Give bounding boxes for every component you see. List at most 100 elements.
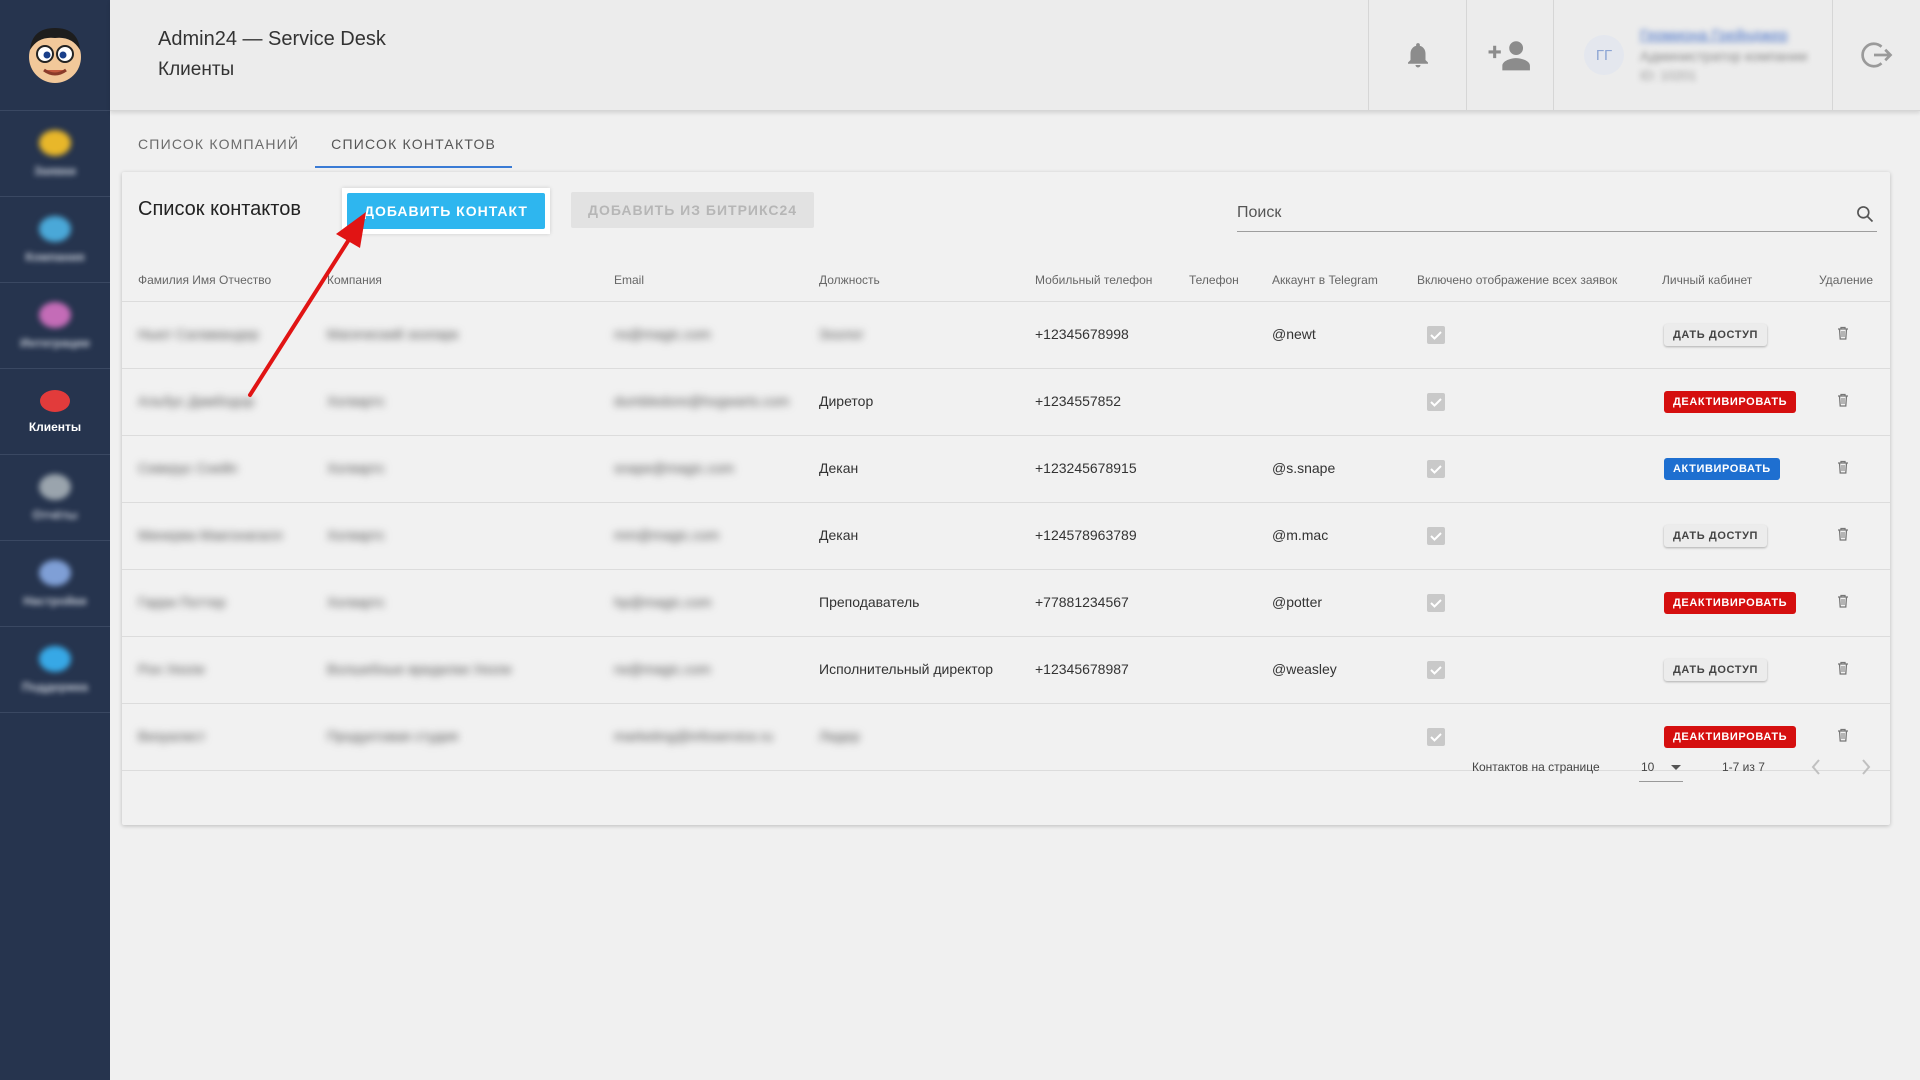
table-row: Ньют Саламандер Магический зоопарк ns@magi… [122, 302, 1890, 369]
add-user-button[interactable] [1466, 0, 1553, 110]
column-header: Включено отображение всех заявок [1417, 273, 1618, 287]
card-title: Список контактов [138, 198, 301, 220]
user-role: Администратор компании [1640, 48, 1808, 64]
bell-icon [1407, 43, 1428, 68]
avatar-logo-icon [29, 28, 81, 83]
cell-company: Магический зоопарк [327, 326, 459, 342]
check-icon [1430, 331, 1442, 340]
check-icon [1430, 465, 1442, 474]
cell-company: Хогвартс [327, 393, 385, 409]
table-row: Минерва Макгонагалл Хогвартс mm@magic.com Д… [122, 503, 1890, 570]
show-all-checkbox[interactable] [1427, 460, 1445, 478]
check-icon [1430, 398, 1442, 407]
trash-icon [1838, 661, 1848, 675]
contacts-table: Фамилия Имя Отчество Компания Email Должнос… [122, 256, 1890, 771]
add-from-bitrix-button[interactable]: ДОБАВИТЬ ИЗ БИТРИКС24 [571, 192, 815, 228]
sidebar: Заявки Компания Интеграции Клиенты Отчёты Нас… [0, 0, 110, 1080]
cell-email: ns@magic.com [614, 326, 711, 342]
cell-telegram: @potter [1272, 594, 1323, 610]
sidebar-item-icon [39, 301, 71, 328]
logout-icon [1860, 42, 1892, 68]
top-header: Admin24 — Service Desk Клиенты ГГ Гермио… [110, 0, 1920, 111]
cell-email: snape@magic.com [614, 460, 735, 476]
cell-position: Зоолог [819, 326, 864, 342]
search-icon[interactable] [1855, 204, 1875, 224]
trash-icon [1838, 326, 1848, 340]
cell-email: dumbledore@hogwarts.com [614, 393, 790, 409]
cell-mobile: +12345678998 [1035, 326, 1129, 342]
delete-button[interactable] [1837, 460, 1849, 479]
user-info: Гермиона Грейнджер Администратор компани… [1640, 27, 1807, 83]
sidebar-item[interactable]: Компания [0, 197, 110, 283]
search-input[interactable] [1237, 196, 1837, 230]
sidebar-item[interactable]: Клиенты [0, 369, 110, 455]
sidebar-item[interactable]: Заявки [0, 111, 110, 197]
user-profile[interactable]: ГГ Гермиона Грейнджер Администратор комп… [1553, 0, 1832, 110]
cell-mobile: +124578963789 [1035, 527, 1137, 543]
cell-company: Хогвартс [327, 594, 385, 610]
column-header: Фамилия Имя Отчество [138, 273, 272, 287]
delete-button[interactable] [1837, 661, 1849, 680]
sidebar-item-icon [39, 473, 71, 500]
tab-contacts[interactable]: СПИСОК КОНТАКТОВ [315, 124, 513, 168]
page-range: 1-7 из 7 [1722, 760, 1765, 774]
cabinet-button[interactable]: ДЕАКТИВИРОВАТЬ [1664, 391, 1797, 413]
cell-telegram: @weasley [1272, 661, 1337, 677]
add-person-icon [1488, 41, 1530, 71]
trash-icon [1838, 393, 1848, 407]
cabinet-button[interactable]: ДЕАКТИВИРОВАТЬ [1664, 592, 1797, 614]
contacts-card: Список контактов ДОБАВИТЬ КОНТАКТ ДОБАВИ… [122, 172, 1890, 825]
cell-mobile: +1234557852 [1035, 393, 1122, 409]
column-header: Аккаунт в Telegram [1272, 273, 1378, 287]
sidebar-item[interactable]: Интеграции [0, 283, 110, 369]
chevron-right-icon[interactable] [1860, 758, 1872, 776]
sidebar-item[interactable]: Поддержка [0, 627, 110, 713]
sidebar-item[interactable]: Настройки [0, 541, 110, 627]
delete-button[interactable] [1837, 527, 1849, 546]
check-icon [1430, 666, 1442, 675]
cell-name: Северус Снейп [138, 460, 238, 476]
cabinet-button[interactable]: ДАТЬ ДОСТУП [1664, 324, 1768, 346]
show-all-checkbox[interactable] [1427, 594, 1445, 612]
user-id: ID: 10201 [1640, 68, 1697, 83]
show-all-checkbox[interactable] [1427, 661, 1445, 679]
column-header: Личный кабинет [1662, 273, 1753, 287]
table-pagination: Контактов на странице 10 1-7 из 7 [122, 738, 1890, 798]
tab-companies[interactable]: СПИСОК КОМПАНИЙ [122, 124, 315, 168]
cabinet-button[interactable]: ДАТЬ ДОСТУП [1664, 525, 1768, 547]
show-all-checkbox[interactable] [1427, 393, 1445, 411]
chevron-left-icon[interactable] [1810, 758, 1822, 776]
table-row: Рон Уизли Волшебные вредилки Уизли rw@magi… [122, 637, 1890, 704]
delete-button[interactable] [1837, 326, 1849, 345]
cell-telegram: @newt [1272, 326, 1316, 342]
cabinet-button[interactable]: ДАТЬ ДОСТУП [1664, 659, 1768, 681]
cell-name: Ньют Саламандер [138, 326, 259, 342]
caret-down-icon [1671, 765, 1681, 770]
table-row: Северус Снейп Хогвартс snape@magic.com Дека… [122, 436, 1890, 503]
logo[interactable] [0, 0, 110, 111]
delete-button[interactable] [1837, 393, 1849, 412]
per-page-select[interactable]: 10 [1639, 752, 1683, 782]
add-contact-button[interactable]: ДОБАВИТЬ КОНТАКТ [347, 193, 545, 229]
notifications-button[interactable] [1368, 0, 1466, 110]
delete-button[interactable] [1837, 594, 1849, 613]
cell-email: rw@magic.com [614, 661, 711, 677]
add-contact-highlight: ДОБАВИТЬ КОНТАКТ [342, 188, 550, 234]
cell-mobile: +12345678987 [1035, 661, 1129, 677]
logout-button[interactable] [1832, 0, 1920, 110]
show-all-checkbox[interactable] [1427, 527, 1445, 545]
sidebar-item-label: Отчёты [32, 507, 78, 522]
cell-name: Альбус Дамблдор [138, 393, 255, 409]
tabs: СПИСОК КОМПАНИЙ СПИСОК КОНТАКТОВ [122, 124, 513, 168]
sidebar-item-icon [39, 215, 71, 242]
show-all-checkbox[interactable] [1427, 326, 1445, 344]
header-titles: Admin24 — Service Desk Клиенты [158, 28, 386, 81]
trash-icon [1838, 527, 1848, 541]
column-header: Телефон [1189, 273, 1239, 287]
column-header: Должность [819, 273, 880, 287]
user-name[interactable]: Гермиона Грейнджер [1640, 27, 1807, 44]
sidebar-item[interactable]: Отчёты [0, 455, 110, 541]
check-icon [1430, 532, 1442, 541]
cabinet-button[interactable]: АКТИВИРОВАТЬ [1664, 458, 1780, 480]
column-header: Компания [327, 273, 382, 287]
